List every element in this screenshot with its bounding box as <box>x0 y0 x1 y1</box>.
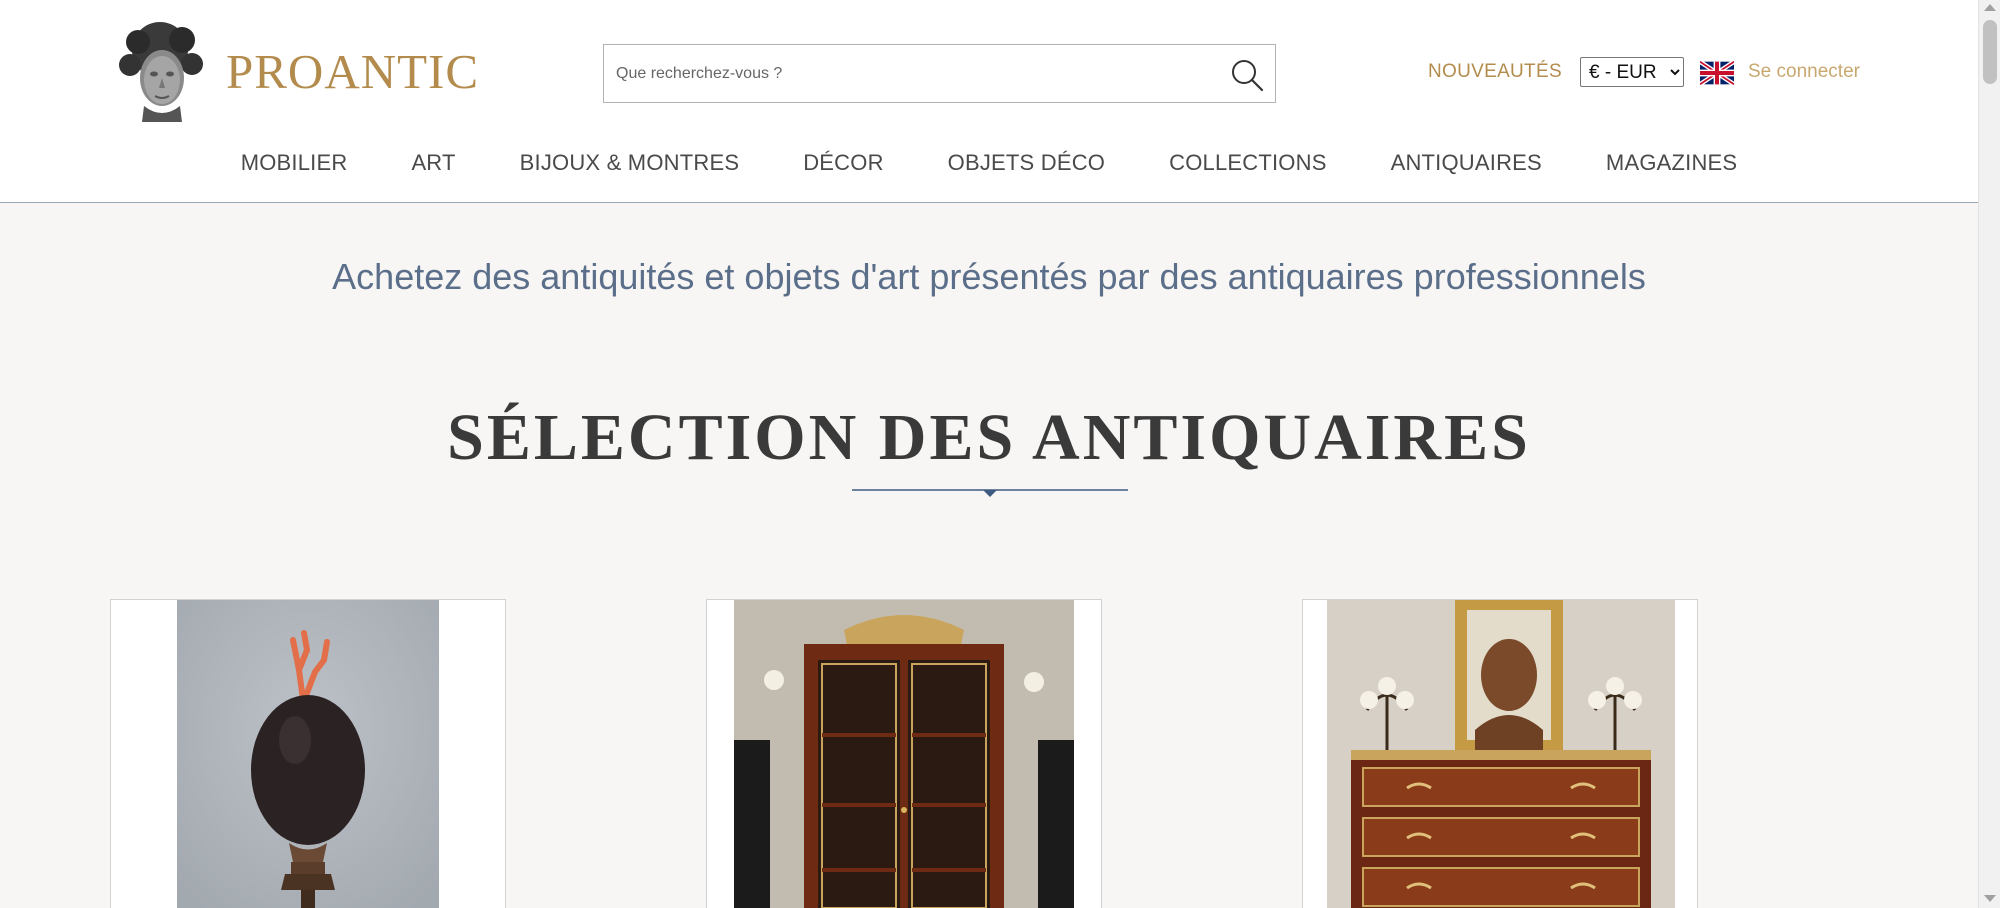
nav-item-mobilier[interactable]: MOBILIER <box>241 150 348 176</box>
product-card[interactable] <box>1302 599 1698 908</box>
nouveautes-link[interactable]: NOUVEAUTÉS <box>1428 61 1562 83</box>
nav-item-magazines[interactable]: MAGAZINES <box>1606 150 1737 176</box>
uk-flag-icon[interactable] <box>1700 61 1734 85</box>
nav-item-collections[interactable]: COLLECTIONS <box>1169 150 1326 176</box>
logo-text: PROANTIC <box>226 43 480 99</box>
tagline: Achetez des antiquités et objets d'art p… <box>332 256 1646 297</box>
login-link[interactable]: Se connecter <box>1748 61 1860 83</box>
product-image <box>177 600 439 908</box>
search-input[interactable] <box>604 45 1204 102</box>
nav-item-objets-deco[interactable]: OBJETS DÉCO <box>948 150 1105 176</box>
product-card[interactable] <box>706 599 1102 908</box>
nav-item-antiquaires[interactable]: ANTIQUAIRES <box>1391 150 1542 176</box>
product-image <box>734 600 1074 908</box>
scroll-thumb[interactable] <box>1983 20 1997 84</box>
product-card[interactable] <box>110 599 506 908</box>
currency-select[interactable]: € - EUR <box>1580 57 1684 87</box>
page-scrollbar[interactable] <box>1978 0 2000 908</box>
site-header: PROANTIC NOUVEAUTÉS € - EUR Se connecter… <box>0 0 1978 203</box>
nav-item-bijoux-montres[interactable]: BIJOUX & MONTRES <box>520 150 740 176</box>
sculpted-head-logo-icon <box>119 22 203 122</box>
main-nav: MOBILIER ART BIJOUX & MONTRES DÉCOR OBJE… <box>0 150 1978 176</box>
search-box <box>603 44 1276 103</box>
site-logo[interactable]: PROANTIC <box>110 20 479 122</box>
nav-item-art[interactable]: ART <box>411 150 455 176</box>
section-title: SÉLECTION DES ANTIQUAIRES <box>447 401 1531 474</box>
search-icon[interactable] <box>1229 57 1265 93</box>
product-image <box>1327 600 1675 908</box>
scroll-down-arrow-icon[interactable] <box>1984 895 1996 902</box>
nav-item-decor[interactable]: DÉCOR <box>803 150 883 176</box>
scroll-up-arrow-icon[interactable] <box>1984 4 1996 11</box>
section-divider <box>852 489 1128 497</box>
